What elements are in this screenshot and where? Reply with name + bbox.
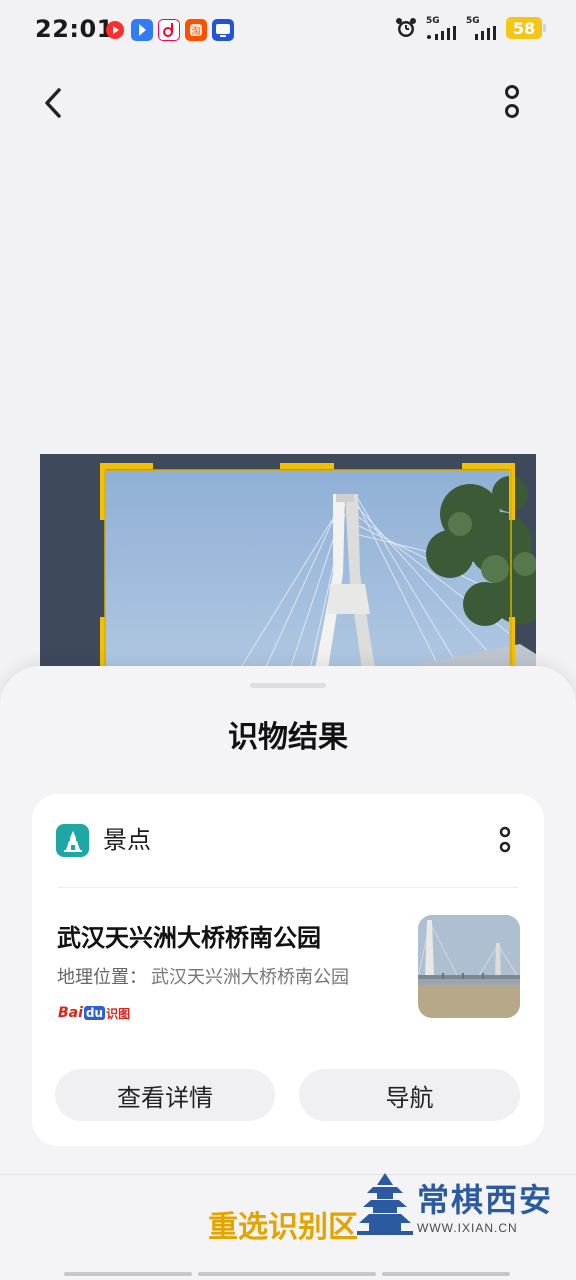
pagoda-logo-icon [357,1173,413,1235]
shopping-app-icon: 淘 [185,19,207,41]
place-thumbnail[interactable] [418,915,520,1018]
notification-icons: 淘 [104,19,234,41]
landmark-tower-icon [56,824,89,857]
battery-indicator: 58 [506,17,546,39]
location-label: 地理位置： [57,967,147,988]
baidu-image-search-logo: Bai du 识图 [58,1005,131,1021]
signal-bars-icon [475,25,496,40]
reselect-area-button[interactable]: 重选识别区 [208,1202,358,1246]
watermark-url: WWW.IXIAN.CN [417,1221,518,1235]
watermark-text: 常棋西安 [417,1181,554,1219]
more-options-button[interactable] [490,80,534,126]
sheet-drag-handle[interactable] [250,683,326,688]
alarm-icon [396,18,416,37]
place-name[interactable]: 武汉天兴洲大桥桥南公园 [57,918,321,953]
more-vertical-icon [505,85,519,118]
location-value: 武汉天兴洲大桥桥南公园 [151,967,349,988]
tv-app-icon [212,19,234,41]
status-right: 5G 5G 58 [394,16,546,40]
card-divider [58,887,518,888]
sheet-title: 识物结果 [228,720,348,755]
result-card: 景点 武汉天兴洲大桥桥南公园 地理位置： 武汉天兴洲大桥桥南公园 Bai du … [32,794,544,1146]
gesture-bar-middle [198,1272,376,1276]
video-app-icon [104,19,126,41]
browser-app-icon [131,19,153,41]
gesture-bar-left [64,1272,192,1276]
location-row: 地理位置： 武汉天兴洲大桥桥南公园 [57,963,349,989]
screen: 22:01 淘 5G 5G 58 识物结果 景点 武汉天兴洲大桥桥南公园 地理位… [0,0,576,1280]
watermark: 常棋西安 WWW.IXIAN.CN [357,1171,557,1243]
captured-photo[interactable] [40,454,536,684]
back-button[interactable] [30,80,76,126]
card-more-button[interactable] [492,822,518,858]
svg-text:淘: 淘 [191,25,200,37]
signal-1: 5G [426,16,458,40]
view-details-button[interactable]: 查看详情 [55,1069,275,1121]
chevron-left-icon [45,88,61,118]
status-bar: 22:01 淘 5G 5G 58 [0,0,576,62]
category-label: 景点 [103,826,151,854]
signal-2: 5G [466,16,498,40]
status-time: 22:01 [35,15,114,43]
signal-bars-icon [427,25,456,40]
gesture-bar-right [382,1272,510,1276]
more-vertical-icon [499,826,511,853]
navigate-button[interactable]: 导航 [299,1069,520,1121]
music-app-icon [158,19,180,41]
